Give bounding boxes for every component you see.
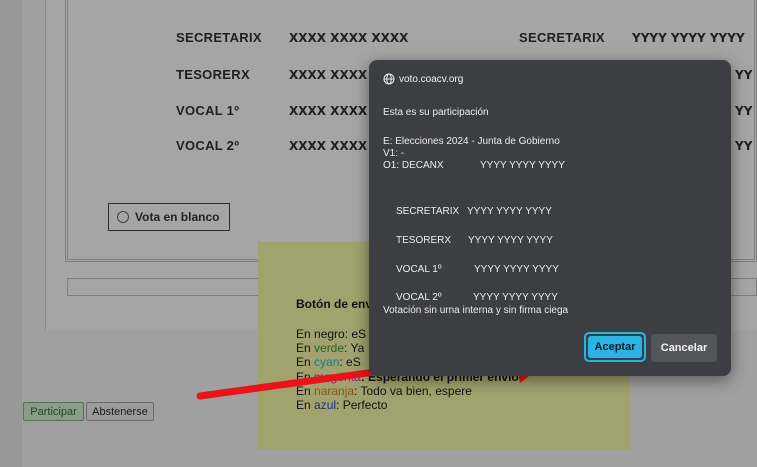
dialog-origin-text: voto.coacv.org — [399, 73, 464, 85]
dialog-role-vocal1: VOCAL 1º — [396, 264, 442, 275]
accept-button[interactable]: Aceptar — [584, 332, 646, 362]
dialog-v1: V1: - — [383, 148, 405, 159]
dialog-o1-value: YYYY YYYY YYYY — [480, 160, 565, 171]
accept-button-label[interactable]: Aceptar — [588, 336, 642, 358]
dialog-value-vocal2: YYYY YYYY YYYY — [473, 292, 558, 303]
cancel-button[interactable]: Cancelar — [651, 334, 717, 362]
dialog-role-tesorerx: TESORERX — [396, 235, 452, 246]
confirm-dialog: voto.coacv.org Esta es su participación … — [369, 60, 731, 376]
dialog-value-vocal1: YYYY YYYY YYYY — [474, 264, 559, 275]
dialog-footer-note: Votación sin urna interna y sin firma ci… — [383, 305, 569, 316]
dialog-value-secretarix: YYYY YYYY YYYY — [467, 206, 552, 217]
dialog-value-tesorerx: YYYY YYYY YYYY — [468, 235, 553, 246]
dialog-role-secretarix: SECRETARIX — [396, 206, 460, 217]
dialog-role-vocal2: VOCAL 2º — [396, 292, 442, 303]
dialog-origin: voto.coacv.org — [383, 73, 463, 85]
globe-icon — [383, 73, 395, 85]
dialog-heading: Esta es su participación — [383, 107, 489, 118]
dialog-o1-label: O1: DECANX — [383, 160, 444, 171]
dialog-election: E: Elecciones 2024 - Junta de Gobierno — [383, 136, 560, 147]
